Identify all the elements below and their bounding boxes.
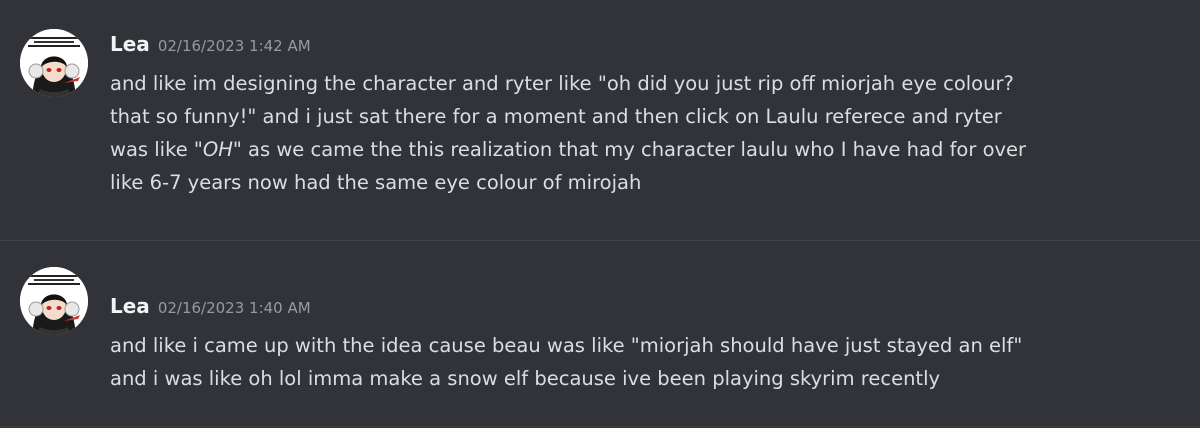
- message-line: was like "OH" as we came the this realiz…: [110, 133, 1185, 166]
- anime-character-avatar-icon: [20, 29, 88, 97]
- timestamp[interactable]: 02/16/2023 1:42 AM: [158, 37, 311, 55]
- message-line: and i was like oh lol imma make a snow e…: [110, 367, 941, 390]
- username[interactable]: Lea: [110, 32, 150, 56]
- message-content: and like i came up with the idea cause b…: [110, 329, 1185, 395]
- message-item: Lea 02/16/2023 1:40 AM and like i came up…: [0, 241, 1200, 428]
- anime-character-avatar-icon: [20, 267, 88, 335]
- message-content: and like im designing the character and …: [110, 67, 1185, 199]
- emphasis-text: OH: [202, 138, 233, 161]
- username[interactable]: Lea: [110, 294, 150, 318]
- timestamp[interactable]: 02/16/2023 1:40 AM: [158, 299, 311, 317]
- message-line: and like i came up with the idea cause b…: [110, 334, 1023, 357]
- chat-message-list: Lea 02/16/2023 1:42 AM and like im design…: [0, 0, 1200, 428]
- message-line: that so funny!" and i just sat there for…: [110, 105, 1002, 128]
- avatar[interactable]: [20, 29, 88, 97]
- message-header: Lea 02/16/2023 1:40 AM: [110, 294, 311, 318]
- message-header: Lea 02/16/2023 1:42 AM: [110, 32, 311, 56]
- message-divider: [0, 426, 1200, 427]
- message-line: and like im designing the character and …: [110, 72, 1014, 95]
- message-text: was like ": [110, 138, 203, 161]
- message-item: Lea 02/16/2023 1:42 AM and like im design…: [0, 0, 1200, 240]
- message-text: " as we came the this realization that m…: [232, 138, 1027, 161]
- message-line: like 6-7 years now had the same eye colo…: [110, 171, 642, 194]
- avatar[interactable]: [20, 267, 88, 335]
